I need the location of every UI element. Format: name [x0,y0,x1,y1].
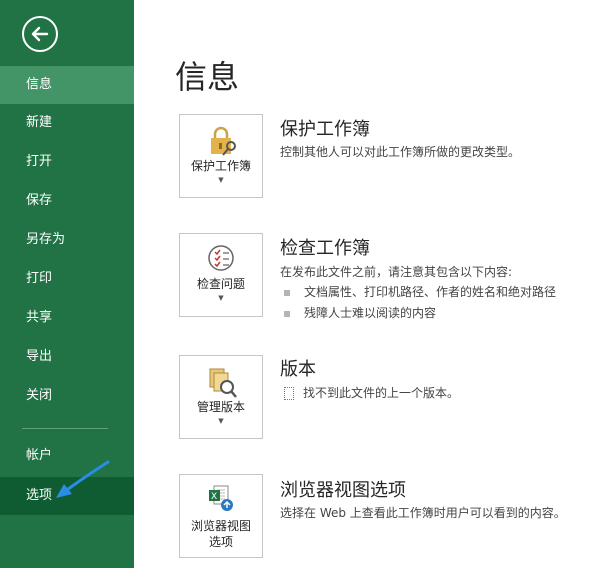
svg-text:X: X [211,492,217,502]
chevron-down-icon: ▼ [218,294,224,302]
pointer-arrow-icon [56,460,110,498]
sidebar-item-export[interactable]: 导出 [0,338,134,376]
versions-info: 找不到此文件的上一个版本。 [284,384,459,401]
sidebar-item-share[interactable]: 共享 [0,299,134,337]
protect-workbook-button[interactable]: 保护工作簿 ▼ [179,114,263,198]
versions-search-icon [209,368,237,398]
inspect-bullet-2: 残障人士难以阅读的内容 [284,304,436,321]
back-button[interactable] [22,16,58,52]
inspect-section-title: 检查工作簿 [280,238,370,259]
excel-web-icon: X [209,485,233,511]
sidebar-item-close[interactable]: 关闭 [0,377,134,415]
check-issues-button[interactable]: 检查问题 ▼ [179,233,263,317]
chevron-down-icon: ▼ [218,176,224,184]
versions-section-title: 版本 [280,359,316,380]
page-title: 信息 [175,58,240,96]
browser-view-options-button[interactable]: X 浏览器视图 选项 [179,474,263,558]
checklist-icon [208,245,234,271]
manage-versions-button-label: 管理版本 [196,400,245,414]
sidebar-item-info[interactable]: 信息 [0,66,134,104]
sidebar-item-save-as[interactable]: 另存为 [0,221,134,259]
protect-section-title: 保护工作簿 [280,119,370,140]
inspect-section-desc: 在发布此文件之前，请注意其包含以下内容: [280,265,513,279]
protect-section-desc: 控制其他人可以对此工作簿所做的更改类型。 [280,145,521,159]
check-issues-button-label: 检查问题 [196,277,245,291]
inspect-bullet-1: 文档属性、打印机路径、作者的姓名和绝对路径 [284,283,556,300]
sidebar-item-open[interactable]: 打开 [0,143,134,181]
backstage-view: 信息 新建 打开 保存 另存为 打印 共享 导出 关闭 帐户 选项 信息 保护工… [0,0,590,568]
document-icon [284,387,294,400]
sidebar-item-save[interactable]: 保存 [0,182,134,220]
manage-versions-button[interactable]: 管理版本 ▼ [179,355,263,439]
back-arrow-icon [31,26,49,42]
browser-view-section-desc: 选择在 Web 上查看此工作簿时用户可以看到的内容。 [280,506,566,520]
browser-view-options-label-line2: 选项 [208,535,233,549]
sidebar-item-print[interactable]: 打印 [0,260,134,298]
sidebar-separator [22,428,108,429]
protect-workbook-button-label: 保护工作簿 [190,159,251,173]
browser-view-options-label-line1: 浏览器视图 [190,519,251,533]
chevron-down-icon: ▼ [218,417,224,425]
sidebar-item-new[interactable]: 新建 [0,104,134,142]
browser-view-section-title: 浏览器视图选项 [280,480,406,501]
lock-key-icon [211,126,236,156]
